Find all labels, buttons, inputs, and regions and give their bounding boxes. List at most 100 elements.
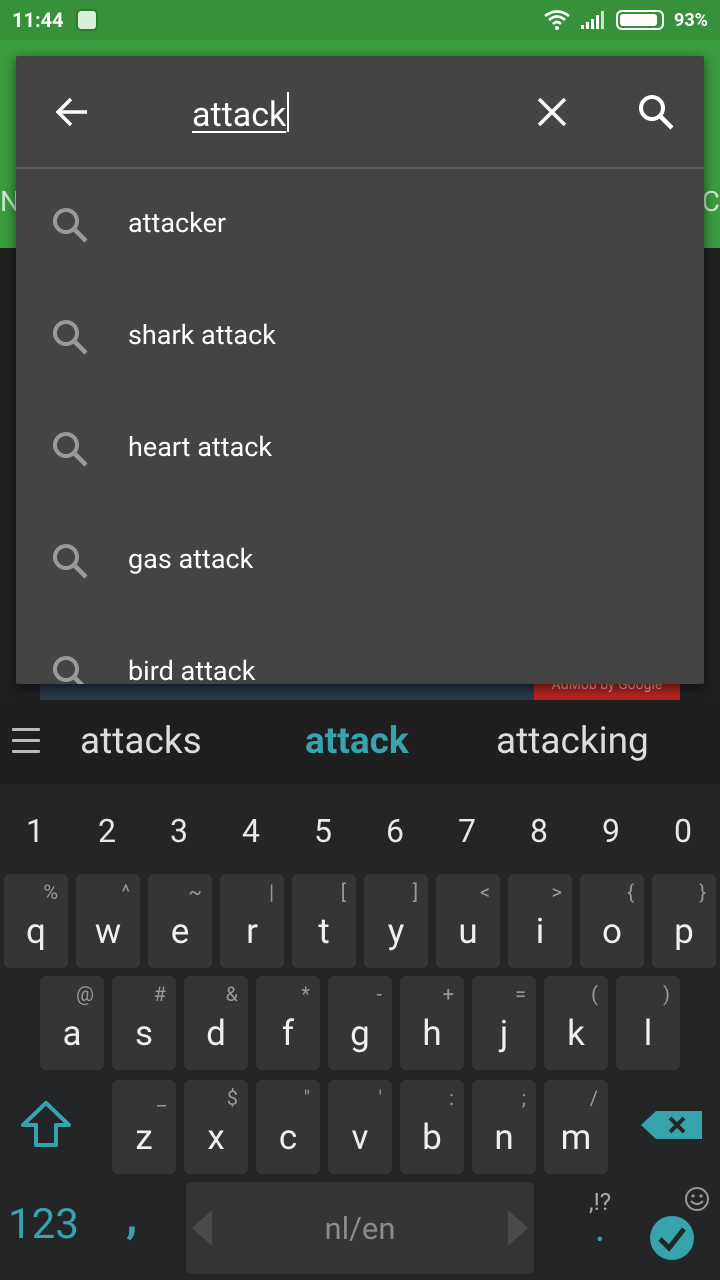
- key-hint: @: [76, 982, 94, 1006]
- key-d[interactable]: & d: [184, 976, 248, 1070]
- suggestion-text: gas attack: [128, 543, 254, 575]
- key-hint: /: [589, 1086, 598, 1110]
- key-s[interactable]: # s: [112, 976, 176, 1070]
- keyboard-menu-icon[interactable]: [12, 728, 40, 756]
- key-hint: -: [376, 982, 382, 1006]
- key-hint: [: [340, 880, 346, 904]
- key-o[interactable]: {o: [580, 874, 644, 968]
- key-label: h: [422, 1013, 442, 1054]
- number-key-2[interactable]: 2: [77, 812, 137, 850]
- key-label: r: [246, 911, 258, 952]
- key-hint: +: [442, 982, 454, 1006]
- clear-button[interactable]: [528, 88, 576, 136]
- key-r[interactable]: | r: [220, 874, 284, 968]
- shift-key[interactable]: [18, 1100, 78, 1160]
- key-label: d: [206, 1013, 226, 1054]
- backspace-key[interactable]: [640, 1110, 704, 1150]
- suggestion-item[interactable]: gas attack: [16, 505, 704, 617]
- search-query: attack: [192, 95, 287, 135]
- keyboard-suggestion-bar: attacks attack attacking: [0, 700, 720, 784]
- key-t[interactable]: [t: [292, 874, 356, 968]
- suggestion-item[interactable]: bird attack: [16, 617, 704, 684]
- key-label: s: [134, 1013, 154, 1054]
- key-label: j: [499, 1013, 509, 1054]
- search-sheet: attack attacker shark attack heart attack g…: [16, 56, 704, 684]
- key-q[interactable]: % q: [4, 874, 68, 968]
- key-hint: >: [551, 880, 562, 904]
- key-w[interactable]: ^ w: [76, 874, 140, 968]
- search-icon: [53, 320, 88, 355]
- key-hint: }: [699, 880, 706, 904]
- space-key[interactable]: nl/en: [186, 1182, 534, 1274]
- arrow-back-icon: [55, 97, 87, 127]
- key-c[interactable]: " c: [256, 1080, 320, 1174]
- key-label: v: [351, 1117, 369, 1158]
- status-time: 11:44: [12, 8, 64, 32]
- key-hint: ^: [121, 880, 130, 904]
- suggestion-item[interactable]: shark attack: [16, 281, 704, 393]
- word-suggestion-right[interactable]: attacking: [496, 720, 649, 763]
- key-f[interactable]: * f: [256, 976, 320, 1070]
- suggestion-item[interactable]: heart attack: [16, 393, 704, 505]
- word-suggestion-left[interactable]: attacks: [80, 720, 202, 763]
- status-bar: 11:44 93%: [0, 0, 720, 40]
- key-b[interactable]: :b: [400, 1080, 464, 1174]
- keyboard: 123 , nl/en ,!? . 1 2 3 4 5 6 7 8 9 0% q ^ w ~ e | r[t] y…: [0, 784, 720, 1280]
- key-u[interactable]: < u: [436, 874, 500, 968]
- word-suggestion-center[interactable]: attack: [305, 720, 409, 763]
- key-hint: ;: [521, 1086, 526, 1110]
- number-key-8[interactable]: 8: [509, 812, 569, 850]
- key-hint: %: [43, 880, 58, 904]
- key-label: i: [535, 911, 545, 952]
- shift-arrow-icon: [21, 1101, 71, 1147]
- key-z[interactable]: _ z: [112, 1080, 176, 1174]
- search-bar: attack: [16, 56, 704, 169]
- number-key-9[interactable]: 9: [581, 812, 641, 850]
- punctuation-key[interactable]: ,!? .: [572, 1188, 628, 1248]
- search-input[interactable]: attack: [192, 92, 290, 135]
- key-e[interactable]: ~ e: [148, 874, 212, 968]
- key-label: a: [62, 1013, 82, 1054]
- key-hint: :: [449, 1086, 454, 1110]
- key-j[interactable]: = j: [472, 976, 536, 1070]
- number-key-7[interactable]: 7: [437, 812, 497, 850]
- suggestion-text: bird attack: [128, 655, 256, 684]
- key-n[interactable]: ; n: [472, 1080, 536, 1174]
- key-m[interactable]: / m: [544, 1080, 608, 1174]
- key-label: u: [458, 911, 478, 952]
- enter-check-icon[interactable]: [648, 1214, 696, 1262]
- key-x[interactable]: $ x: [184, 1080, 248, 1174]
- key-k[interactable]: (k: [544, 976, 608, 1070]
- key-hint: &: [225, 982, 238, 1006]
- search-icon: [53, 656, 85, 684]
- wifi-icon: [544, 10, 570, 30]
- key-y[interactable]: ] y: [364, 874, 428, 968]
- key-hint: ]: [412, 880, 418, 904]
- key-label: p: [674, 911, 694, 952]
- number-key-3[interactable]: 3: [149, 812, 209, 850]
- key-h[interactable]: + h: [400, 976, 464, 1070]
- key-label: k: [567, 1013, 585, 1054]
- key-v[interactable]: ' v: [328, 1080, 392, 1174]
- keyboard-bottom-row: 123 , nl/en ,!? .: [0, 1180, 720, 1280]
- comma-key[interactable]: ,: [126, 1190, 137, 1244]
- number-key-5[interactable]: 5: [293, 812, 353, 850]
- number-key-4[interactable]: 4: [221, 812, 281, 850]
- back-button[interactable]: [48, 88, 96, 136]
- key-a[interactable]: @ a: [40, 976, 104, 1070]
- number-key-1[interactable]: 1: [5, 812, 65, 850]
- key-g[interactable]: -g: [328, 976, 392, 1070]
- suggestion-item[interactable]: attacker: [16, 169, 704, 281]
- search-submit-button[interactable]: [632, 88, 680, 136]
- emoji-icon[interactable]: [684, 1186, 710, 1212]
- key-label: l: [643, 1013, 653, 1054]
- number-key-6[interactable]: 6: [365, 812, 425, 850]
- key-p[interactable]: } p: [652, 874, 716, 968]
- key-i[interactable]: > i: [508, 874, 572, 968]
- key-hint: *: [301, 982, 310, 1006]
- key-l[interactable]: ) l: [616, 976, 680, 1070]
- number-key-0[interactable]: 0: [653, 812, 713, 850]
- key-label: b: [422, 1117, 442, 1158]
- numbers-key[interactable]: 123: [8, 1200, 79, 1249]
- suggestion-text: heart attack: [128, 431, 273, 463]
